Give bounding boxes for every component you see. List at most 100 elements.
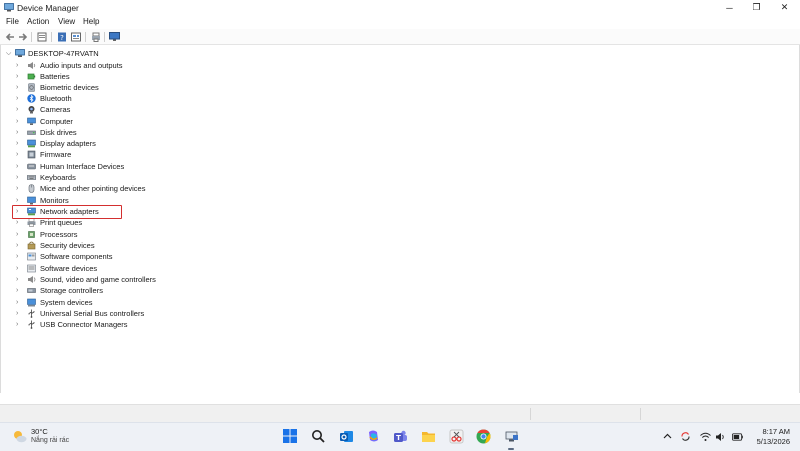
copilot-icon[interactable] bbox=[365, 428, 381, 444]
volume-icon[interactable] bbox=[715, 431, 726, 442]
tree-item[interactable]: › Universal Serial Bus controllers bbox=[0, 308, 400, 319]
tree-item[interactable]: › Sound, video and game controllers bbox=[0, 274, 400, 285]
weather-temperature[interactable]: 30°C bbox=[31, 427, 48, 436]
tree-item[interactable]: › Bluetooth bbox=[0, 93, 400, 104]
close-button[interactable]: ✕ bbox=[771, 0, 798, 15]
hid-icon bbox=[27, 163, 36, 170]
chevron-right-icon[interactable]: › bbox=[16, 161, 22, 172]
menu-file[interactable]: File bbox=[6, 17, 19, 26]
status-bar bbox=[0, 404, 800, 423]
tree-item[interactable]: › Storage controllers bbox=[0, 285, 400, 296]
audio-icon bbox=[28, 62, 36, 69]
chevron-up-icon[interactable] bbox=[662, 431, 673, 442]
tree-item[interactable]: › System devices bbox=[0, 297, 400, 308]
weather-sun-cloud-icon[interactable] bbox=[12, 429, 27, 444]
chevron-right-icon[interactable]: › bbox=[16, 127, 22, 138]
chevron-down-icon[interactable]: ⌵ bbox=[6, 48, 11, 59]
chevron-right-icon[interactable]: › bbox=[16, 251, 22, 262]
camera-icon bbox=[28, 106, 35, 114]
tree-item[interactable]: › Cameras bbox=[0, 104, 400, 115]
tree-item[interactable]: › Keyboards bbox=[0, 172, 400, 183]
tree-item[interactable]: › USB Connector Managers bbox=[0, 319, 400, 330]
minimize-button[interactable]: ─ bbox=[716, 0, 743, 15]
forward-arrow-icon[interactable] bbox=[17, 31, 28, 42]
chevron-right-icon[interactable]: › bbox=[16, 274, 22, 285]
tree-item-label: Software devices bbox=[40, 264, 98, 273]
chevron-right-icon[interactable]: › bbox=[16, 263, 22, 274]
tree-item[interactable]: › Software devices bbox=[0, 263, 400, 274]
chevron-right-icon[interactable]: › bbox=[16, 183, 22, 194]
chevron-right-icon[interactable]: › bbox=[16, 319, 22, 330]
chevron-right-icon[interactable]: › bbox=[16, 93, 22, 104]
wifi-icon[interactable] bbox=[700, 431, 711, 442]
window-title: Device Manager bbox=[17, 3, 79, 13]
chevron-right-icon[interactable]: › bbox=[16, 104, 22, 115]
tree-item-label: Audio inputs and outputs bbox=[40, 61, 123, 70]
properties-icon[interactable] bbox=[36, 31, 47, 42]
tree-item[interactable]: › Processors bbox=[0, 229, 400, 240]
chevron-right-icon[interactable]: › bbox=[16, 60, 22, 71]
start-icon[interactable] bbox=[282, 428, 298, 444]
highlight-annotation bbox=[12, 205, 122, 219]
tree-item-label: Processors bbox=[40, 230, 78, 239]
menu-bar: File Action View Help bbox=[0, 15, 800, 28]
maximize-button[interactable]: ❐ bbox=[743, 0, 770, 15]
outlook-icon[interactable] bbox=[338, 428, 354, 444]
monitor-icon[interactable] bbox=[109, 31, 120, 42]
help-icon[interactable]: ? bbox=[56, 31, 67, 42]
menu-action[interactable]: Action bbox=[27, 17, 49, 26]
weather-description[interactable]: Nắng rải rác bbox=[31, 437, 69, 444]
print-icon[interactable] bbox=[90, 31, 101, 42]
chevron-right-icon[interactable]: › bbox=[16, 71, 22, 82]
chevron-right-icon[interactable]: › bbox=[16, 308, 22, 319]
chevron-right-icon[interactable]: › bbox=[16, 229, 22, 240]
taskbar: 30°C Nắng rải rác T 8:17 AM 5/13/2026 bbox=[0, 422, 800, 451]
tree-item[interactable]: › Software components bbox=[0, 251, 400, 262]
chevron-right-icon[interactable]: › bbox=[16, 82, 22, 93]
tree-item[interactable]: › Audio inputs and outputs bbox=[0, 60, 400, 71]
chrome-icon[interactable] bbox=[475, 428, 491, 444]
tree-item[interactable]: › Batteries bbox=[0, 71, 400, 82]
tree-item[interactable]: › Disk drives bbox=[0, 127, 400, 138]
tree-item-label: Firmware bbox=[40, 150, 72, 159]
teams-icon[interactable]: T bbox=[392, 428, 408, 444]
chevron-right-icon[interactable]: › bbox=[16, 138, 22, 149]
sync-icon[interactable] bbox=[680, 431, 691, 442]
mouse-icon bbox=[28, 184, 35, 193]
show-hidden-icon[interactable] bbox=[70, 31, 81, 42]
chevron-right-icon[interactable]: › bbox=[16, 116, 22, 127]
chevron-right-icon[interactable]: › bbox=[16, 172, 22, 183]
tree-item-label: Storage controllers bbox=[40, 286, 103, 295]
tree-item[interactable]: › Display adapters bbox=[0, 138, 400, 149]
chevron-right-icon[interactable]: › bbox=[16, 297, 22, 308]
snipping-icon[interactable] bbox=[448, 428, 464, 444]
biometric-icon bbox=[28, 83, 35, 92]
tree-item-label: Batteries bbox=[40, 72, 70, 81]
clock-time[interactable]: 8:17 AM bbox=[762, 427, 790, 436]
processor-icon bbox=[28, 231, 35, 238]
chevron-right-icon[interactable]: › bbox=[16, 285, 22, 296]
battery-tray-icon[interactable] bbox=[732, 431, 743, 442]
tree-item[interactable]: › Mice and other pointing devices bbox=[0, 183, 400, 194]
clock-date[interactable]: 5/13/2026 bbox=[757, 437, 790, 446]
tree-item[interactable]: › Human Interface Devices bbox=[0, 161, 400, 172]
tree-item[interactable]: › Computer bbox=[0, 116, 400, 127]
tree-root[interactable]: ⌵ DESKTOP-47RVATN bbox=[0, 48, 400, 59]
tree-item[interactable]: › Firmware bbox=[0, 149, 400, 160]
tree-item[interactable]: › Biometric devices bbox=[0, 82, 400, 93]
display-adapter-icon bbox=[27, 139, 36, 148]
printer-icon bbox=[27, 218, 36, 227]
tree-item-label: Keyboards bbox=[40, 173, 76, 182]
chevron-right-icon[interactable]: › bbox=[16, 240, 22, 251]
file-explorer-icon[interactable] bbox=[420, 428, 436, 444]
tree-item[interactable]: › Security devices bbox=[0, 240, 400, 251]
search-icon[interactable] bbox=[310, 428, 326, 444]
tree-item-label: Biometric devices bbox=[40, 83, 99, 92]
computer-icon bbox=[27, 117, 36, 125]
back-arrow-icon[interactable] bbox=[4, 31, 15, 42]
device-manager-icon[interactable] bbox=[503, 428, 519, 444]
menu-view[interactable]: View bbox=[58, 17, 75, 26]
menu-help[interactable]: Help bbox=[83, 17, 99, 26]
chevron-right-icon[interactable]: › bbox=[16, 149, 22, 160]
tree-item-label: Computer bbox=[40, 117, 73, 126]
